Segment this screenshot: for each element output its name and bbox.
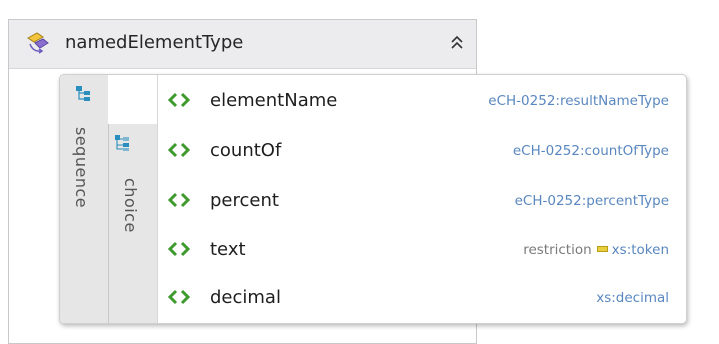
element-name: elementName (210, 90, 338, 111)
element-name: percent (210, 190, 279, 211)
complex-type-header[interactable]: namedElementType (9, 20, 476, 69)
sequence-compositor-icon (75, 85, 91, 103)
chevron-double-up-icon[interactable] (449, 34, 465, 52)
element-icon (167, 288, 191, 306)
restriction-icon (596, 246, 608, 252)
sequence-compositor[interactable]: sequence (60, 75, 108, 323)
element-name: decimal (210, 287, 281, 308)
restriction-base-type: xs:token (611, 242, 669, 258)
sequence-label: sequence (72, 127, 91, 209)
element-type[interactable]: eCH-0252:percentType (515, 193, 669, 209)
choice-compositor-icon (114, 134, 130, 152)
complex-type-name: namedElementType (65, 32, 244, 53)
element-row[interactable]: elementName eCH-0252:resultNameType (158, 77, 687, 125)
element-row[interactable]: percent eCH-0252:percentType (158, 177, 687, 225)
element-type[interactable]: eCH-0252:resultNameType (488, 93, 669, 109)
element-name: countOf (210, 140, 282, 161)
complex-type-icon (25, 30, 53, 56)
element-type-restriction[interactable]: restriction xs:token (523, 242, 669, 258)
element-icon (167, 141, 191, 159)
element-row[interactable]: text restriction xs:token (158, 226, 687, 274)
element-row[interactable]: decimal xs:decimal (158, 274, 687, 322)
element-type[interactable]: eCH-0252:countOfType (513, 143, 669, 159)
element-type[interactable]: xs:decimal (596, 290, 669, 306)
element-icon (167, 191, 191, 209)
element-name: text (210, 239, 246, 260)
choice-label: choice (121, 178, 140, 233)
restriction-label: restriction (523, 242, 592, 258)
choice-compositor[interactable]: choice (108, 124, 157, 323)
element-row[interactable]: countOf eCH-0252:countOfType (158, 127, 687, 175)
element-icon (167, 240, 191, 258)
element-list: elementName eCH-0252:resultNameType coun… (157, 75, 687, 323)
element-icon (167, 91, 191, 109)
